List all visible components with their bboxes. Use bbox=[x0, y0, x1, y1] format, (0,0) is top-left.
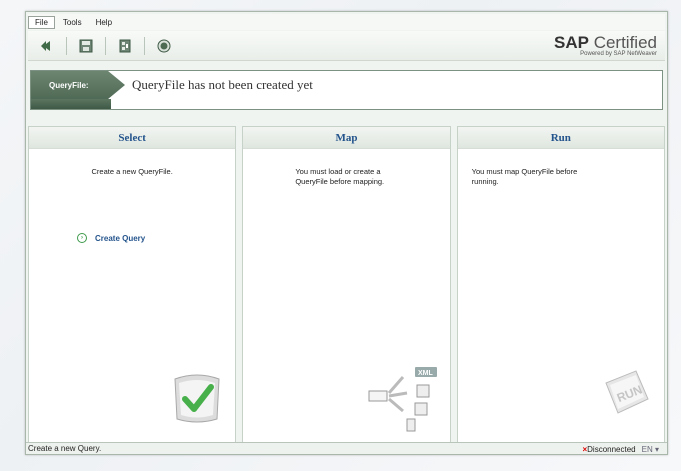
panel-run-title: Run bbox=[457, 127, 664, 149]
connection-status: ×Disconnected bbox=[582, 445, 635, 454]
panel-select: Select Create a new QueryFile. › Create … bbox=[28, 126, 237, 444]
checkmark-box-icon bbox=[174, 374, 220, 423]
queryfile-strip bbox=[31, 99, 111, 109]
language-selector[interactable]: EN ▾ bbox=[642, 445, 659, 454]
save-button[interactable] bbox=[75, 35, 97, 57]
toolbar-separator bbox=[144, 36, 145, 55]
toolbar: SAP Certified Powered by SAP NetWeaver bbox=[28, 31, 665, 61]
connection-label: Disconnected bbox=[587, 444, 636, 454]
stop-button[interactable] bbox=[153, 35, 175, 57]
xml-label: XML bbox=[418, 370, 434, 377]
panel-select-title: Select bbox=[29, 127, 236, 149]
mapping-diagram-icon: XML bbox=[368, 367, 438, 432]
language-label: EN bbox=[641, 444, 653, 454]
status-message: Create a new Query. bbox=[28, 444, 102, 453]
brand-bold: SAP bbox=[553, 33, 589, 52]
app-window: File Tools Help SAP Certified Powered by… bbox=[25, 11, 668, 455]
export-button[interactable] bbox=[114, 35, 136, 57]
sap-certified-logo: SAP Certified Powered by SAP NetWeaver bbox=[554, 34, 657, 57]
toolbar-separator bbox=[105, 36, 106, 55]
queryfile-bar: QueryFile: QueryFile has not been create… bbox=[30, 70, 663, 110]
status-right: ×Disconnected EN ▾ bbox=[582, 443, 659, 455]
save-icon bbox=[79, 39, 93, 52]
panel-run: Run You must map QueryFile before runnin… bbox=[456, 126, 665, 444]
panel-map-description: You must load or create a QueryFile befo… bbox=[295, 167, 385, 186]
stop-icon bbox=[157, 39, 171, 52]
back-icon bbox=[41, 40, 50, 51]
create-query-link[interactable]: › Create Query bbox=[77, 233, 145, 243]
workflow-panels: Select Create a new QueryFile. › Create … bbox=[28, 126, 665, 444]
toolbar-separator bbox=[66, 36, 67, 55]
statusbar: Create a new Query. ×Disconnected EN ▾ bbox=[26, 442, 667, 454]
panel-run-description: You must map QueryFile before running. bbox=[471, 167, 578, 186]
back-button[interactable] bbox=[36, 35, 58, 57]
chevron-down-icon: ▾ bbox=[654, 444, 659, 454]
arrow-circle-icon: › bbox=[77, 233, 87, 243]
queryfile-label: QueryFile: bbox=[31, 71, 125, 99]
menu-help[interactable]: Help bbox=[90, 17, 118, 28]
menubar: File Tools Help bbox=[28, 14, 665, 30]
panel-select-description: Create a new QueryFile. bbox=[91, 167, 173, 176]
export-icon bbox=[119, 39, 131, 52]
brand-rest: Certified bbox=[593, 33, 657, 52]
panel-map: Map You must load or create a QueryFile … bbox=[242, 126, 451, 444]
menu-tools[interactable]: Tools bbox=[57, 17, 88, 28]
create-query-label: Create Query bbox=[95, 233, 146, 243]
panel-map-title: Map bbox=[243, 127, 450, 149]
menu-file[interactable]: File bbox=[28, 15, 55, 29]
run-icon: RUN bbox=[605, 370, 649, 414]
queryfile-message: QueryFile has not been created yet bbox=[132, 77, 313, 92]
